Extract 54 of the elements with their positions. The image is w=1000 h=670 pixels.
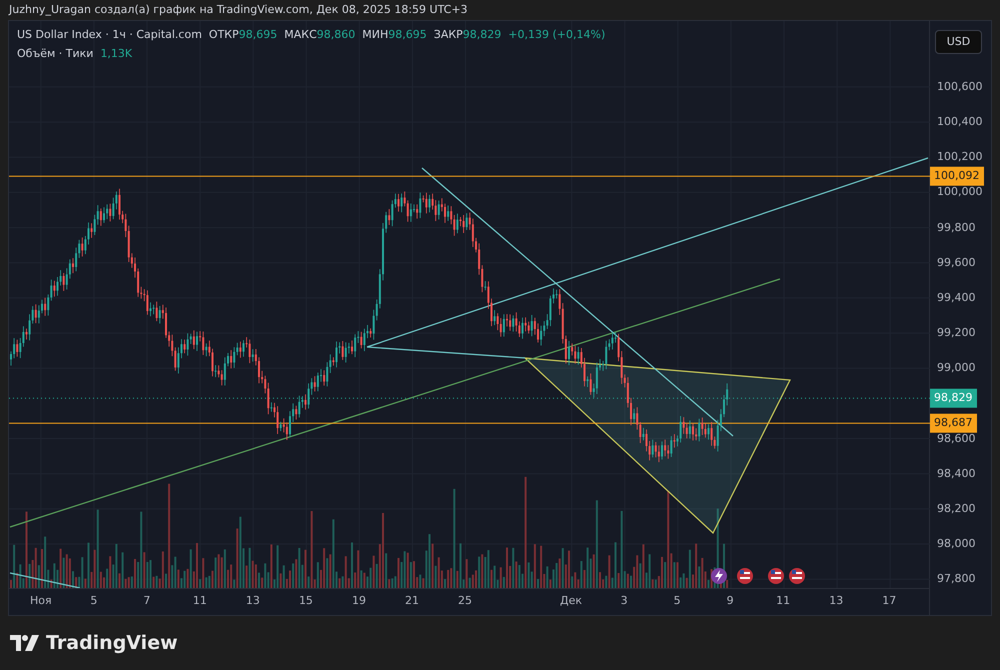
- time-axis-label: 19: [352, 593, 366, 609]
- price-axis-label: 99,600: [937, 254, 976, 270]
- time-axis-label: 11: [192, 593, 207, 609]
- volume-label: Объём · Тики: [17, 46, 94, 62]
- stat-value: 98,860: [316, 27, 356, 43]
- price-axis-label: 97,800: [937, 570, 976, 587]
- volume-value: 1,13K: [100, 46, 132, 62]
- time-axis-label: 7: [143, 593, 150, 609]
- flag-icon[interactable]: [789, 568, 805, 584]
- time-axis-label: 5: [674, 593, 681, 609]
- symbol-title: US Dollar Index · 1ч · Capital.com: [17, 27, 202, 43]
- flag-icon[interactable]: [768, 568, 784, 584]
- time-axis-label: Ноя: [30, 593, 52, 609]
- price-axis-label: 98,200: [937, 500, 976, 517]
- trend-line: [10, 572, 80, 588]
- price-axis-label: 99,000: [937, 360, 976, 376]
- time-axis-label: 25: [458, 593, 472, 609]
- stat-value: 98,695: [238, 27, 278, 43]
- price-axis-label: 98,600: [937, 430, 976, 446]
- price-axis-label: 99,800: [937, 219, 976, 236]
- stat-label: МИН: [362, 27, 388, 43]
- time-axis-label: 3: [620, 593, 628, 609]
- brand-name: TradingView: [46, 630, 178, 656]
- chart-caption: Juzhny_Uragan создал(а) график на TradingView.com, Дек 08, 2025 18:59 UTC+3: [9, 2, 468, 18]
- currency-button[interactable]: USD: [935, 30, 982, 54]
- price-axis-label: 99,200: [937, 324, 976, 341]
- price-axis-label: 100,200: [937, 149, 982, 165]
- time-axis-label: 9: [726, 593, 734, 609]
- price-tag: 98,687: [930, 414, 976, 432]
- price-tag: 98,829: [930, 389, 976, 408]
- price-axis-label: 99,400: [937, 290, 976, 306]
- time-axis-label: 5: [90, 593, 98, 609]
- time-axis-label: 15: [298, 593, 313, 609]
- time-axis-label: 13: [246, 593, 260, 609]
- time-axis-label: Дек: [560, 593, 582, 609]
- time-axis-label: 11: [776, 593, 790, 609]
- price-change: +0,139 (+0,14%): [508, 27, 606, 43]
- time-axis-label: 13: [829, 593, 844, 609]
- price-axis-label: 98,400: [937, 465, 976, 482]
- price-axis-label: 100,000: [937, 184, 982, 200]
- time-axis-label: 21: [404, 593, 419, 609]
- stat-label: МАКС: [284, 27, 317, 43]
- price-axis-label: 100,600: [937, 78, 982, 95]
- stat-value: 98,829: [462, 27, 502, 43]
- stat-value: 98,695: [388, 27, 427, 43]
- flag-icon[interactable]: [737, 568, 753, 584]
- time-axis-label: 17: [882, 593, 896, 609]
- stat-label: ЗАКР: [434, 27, 463, 43]
- stat-label: ОТКР: [208, 27, 239, 43]
- lightning-icon[interactable]: [711, 568, 727, 584]
- price-axis-label: 98,000: [937, 536, 976, 552]
- price-tag: 100,092: [930, 166, 984, 186]
- price-axis-label: 100,400: [937, 114, 982, 130]
- brand-logo-icon: [10, 635, 40, 651]
